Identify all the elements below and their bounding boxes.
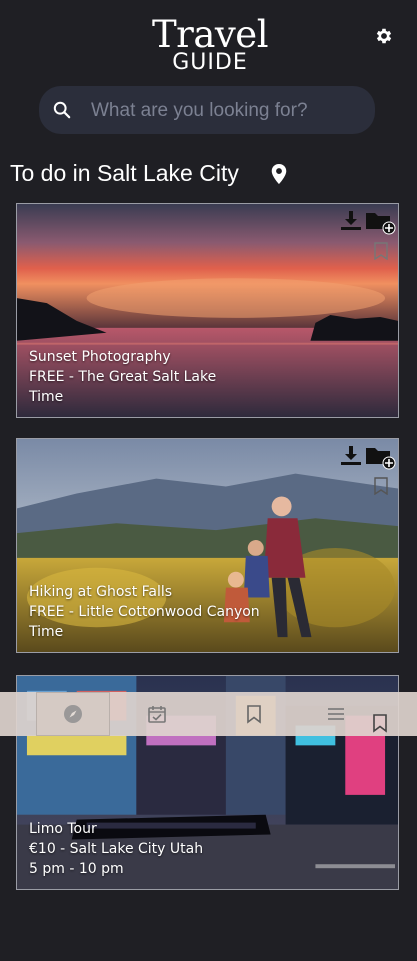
card-time: 5 pm - 10 pm: [29, 861, 124, 877]
tab-calendar[interactable]: [120, 692, 194, 736]
card-subtitle: €10 - Salt Lake City Utah: [29, 841, 204, 857]
card-title: Hiking at Ghost Falls: [29, 584, 173, 600]
bookmark-icon[interactable]: [371, 713, 389, 733]
search-bar: [39, 86, 375, 136]
bookmark-icon: [247, 705, 261, 724]
tab-explore[interactable]: [36, 692, 110, 736]
activity-card[interactable]: Sunset Photography FREE - The Great Salt…: [16, 203, 399, 418]
card-subtitle: FREE - Little Cottonwood Canyon: [29, 604, 260, 620]
card-info: Hiking at Ghost Falls FREE - Little Cott…: [29, 582, 260, 642]
card-title: Sunset Photography: [29, 349, 171, 365]
download-icon[interactable]: [339, 209, 363, 233]
card-info: Sunset Photography FREE - The Great Salt…: [29, 347, 216, 407]
app-logo: Travel GUIDE: [150, 16, 270, 74]
download-icon[interactable]: [339, 444, 363, 468]
card-title: Limo Tour: [29, 821, 97, 837]
tab-saved[interactable]: [217, 692, 291, 736]
page-title: To do in Salt Lake City: [10, 160, 239, 186]
folder-add-icon[interactable]: [365, 209, 397, 235]
calendar-check-icon: [148, 706, 166, 723]
card-subtitle: FREE - The Great Salt Lake: [29, 369, 217, 385]
compass-icon: [64, 705, 82, 723]
card-info: Limo Tour €10 - Salt Lake City Utah 5 pm…: [29, 819, 203, 879]
bookmark-icon[interactable]: [373, 477, 389, 495]
gear-icon[interactable]: [374, 26, 394, 46]
location-pin-icon[interactable]: [270, 164, 288, 184]
folder-add-icon[interactable]: [365, 444, 397, 470]
search-input[interactable]: [89, 86, 368, 136]
card-time: Time: [29, 624, 64, 640]
activity-card[interactable]: Hiking at Ghost Falls FREE - Little Cott…: [16, 438, 399, 653]
bottom-tab-bar: [0, 692, 417, 736]
menu-icon: [328, 708, 344, 720]
app-header: Travel GUIDE: [0, 0, 417, 80]
logo-travel-text: Travel: [151, 13, 269, 56]
bookmark-icon[interactable]: [373, 242, 389, 260]
card-time: Time: [29, 389, 64, 405]
tab-menu[interactable]: [299, 692, 373, 736]
search-icon: [53, 101, 71, 119]
